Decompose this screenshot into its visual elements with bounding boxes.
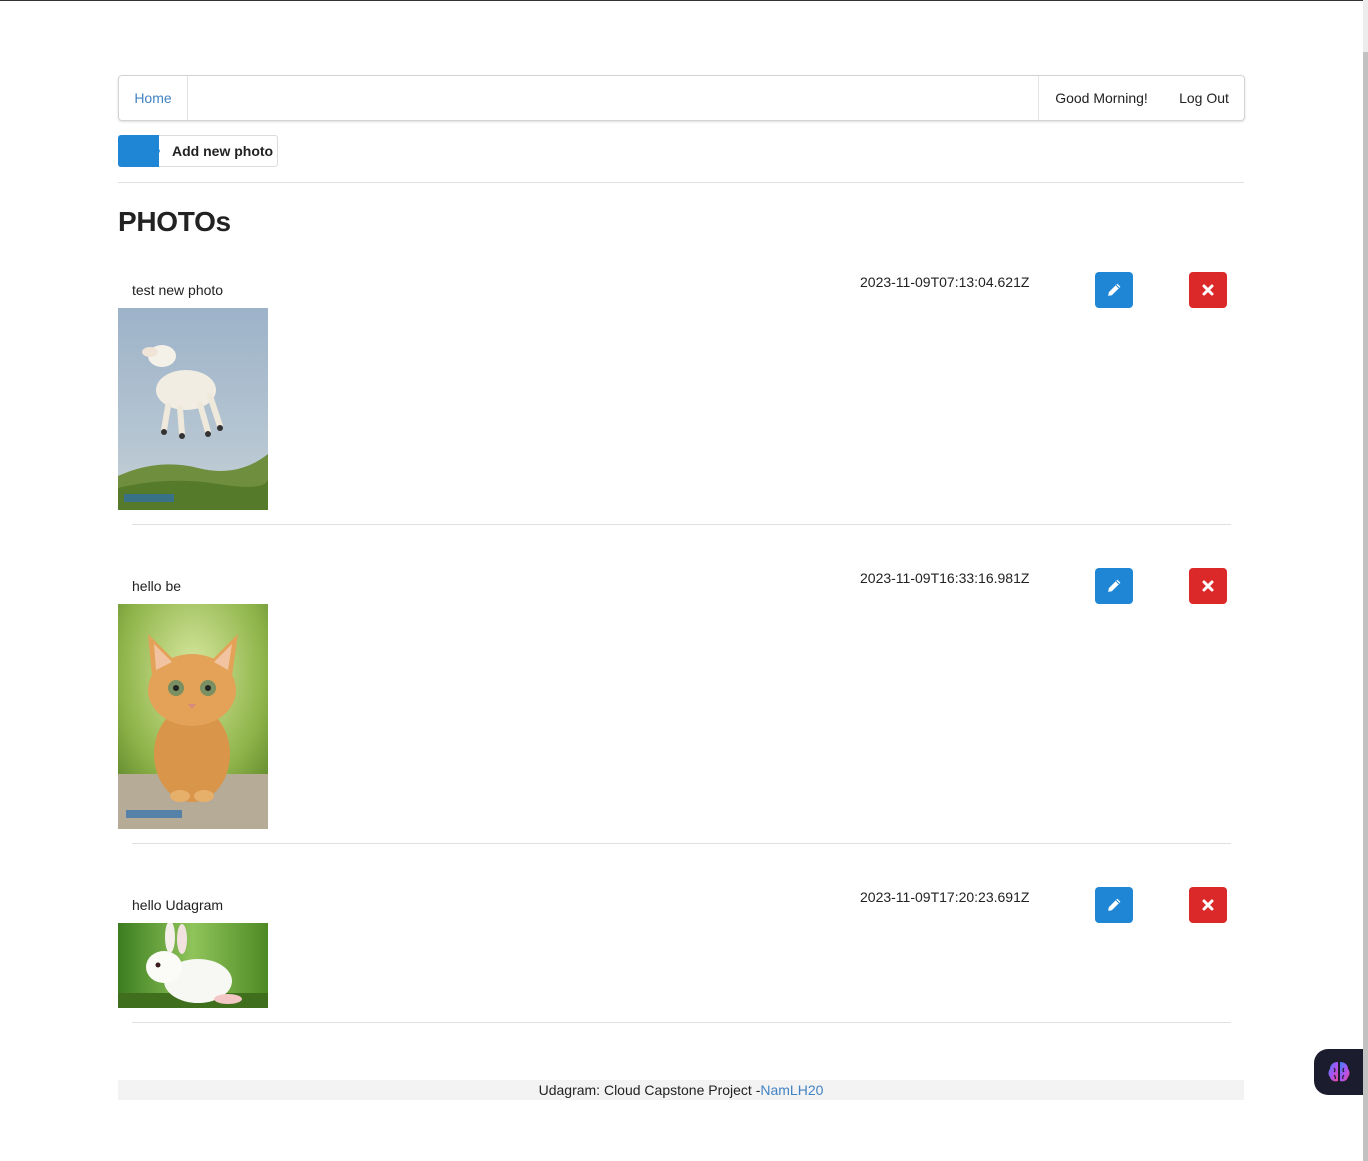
photo-image-rabbit bbox=[118, 923, 268, 1008]
assistant-widget-button[interactable] bbox=[1314, 1049, 1364, 1095]
delete-photo-button[interactable] bbox=[1189, 272, 1227, 308]
delete-photo-button[interactable] bbox=[1189, 568, 1227, 604]
close-icon bbox=[1202, 899, 1214, 911]
nav-home-link[interactable]: Home bbox=[119, 76, 188, 120]
add-photo-button[interactable]: Add new photo bbox=[118, 135, 278, 167]
delete-photo-button[interactable] bbox=[1189, 887, 1227, 923]
pencil-icon bbox=[1108, 283, 1121, 296]
rabbit-image bbox=[118, 923, 268, 1008]
scrollbar-thumb[interactable] bbox=[1363, 52, 1368, 1161]
edit-photo-button[interactable] bbox=[1095, 887, 1133, 923]
add-photo-label: Add new photo bbox=[172, 143, 274, 159]
photo-date: 2023-11-09T17:20:23.691Z bbox=[860, 889, 1030, 905]
header-divider bbox=[118, 182, 1244, 183]
footer-text: Udagram: Cloud Capstone Project - bbox=[538, 1082, 761, 1098]
photo-image-lamb bbox=[118, 308, 268, 510]
lamb-image bbox=[118, 308, 268, 510]
close-icon bbox=[1202, 284, 1214, 296]
photo-date: 2023-11-09T16:33:16.981Z bbox=[860, 570, 1030, 586]
kitten-image bbox=[118, 604, 268, 829]
window-top-border bbox=[0, 0, 1368, 1]
edit-photo-button[interactable] bbox=[1095, 568, 1133, 604]
close-icon bbox=[1202, 580, 1214, 592]
photo-separator bbox=[132, 524, 1231, 525]
brain-icon bbox=[1328, 1062, 1350, 1082]
greeting-text: Good Morning! bbox=[1038, 76, 1164, 120]
footer-author-link[interactable]: NamLH20 bbox=[760, 1082, 823, 1098]
photo-caption: hello Udagram bbox=[132, 897, 224, 913]
photo-date: 2023-11-09T07:13:04.621Z bbox=[860, 274, 1030, 290]
photo-image-kitten bbox=[118, 604, 268, 829]
top-menu: Home Good Morning! Log Out bbox=[118, 75, 1245, 121]
add-photo-button-notch bbox=[152, 135, 160, 167]
photo-separator bbox=[132, 843, 1231, 844]
photo-caption: test new photo bbox=[132, 282, 224, 298]
photo-separator bbox=[132, 1022, 1231, 1023]
page-scrollbar[interactable] bbox=[1363, 0, 1368, 1161]
page-title: PHOTOs bbox=[118, 206, 231, 237]
edit-photo-button[interactable] bbox=[1095, 272, 1133, 308]
pencil-icon bbox=[1108, 579, 1121, 592]
pencil-icon bbox=[1108, 898, 1121, 911]
footer: Udagram: Cloud Capstone Project -NamLH20 bbox=[118, 1080, 1244, 1100]
logout-link[interactable]: Log Out bbox=[1164, 76, 1244, 120]
photo-caption: hello be bbox=[132, 578, 182, 594]
